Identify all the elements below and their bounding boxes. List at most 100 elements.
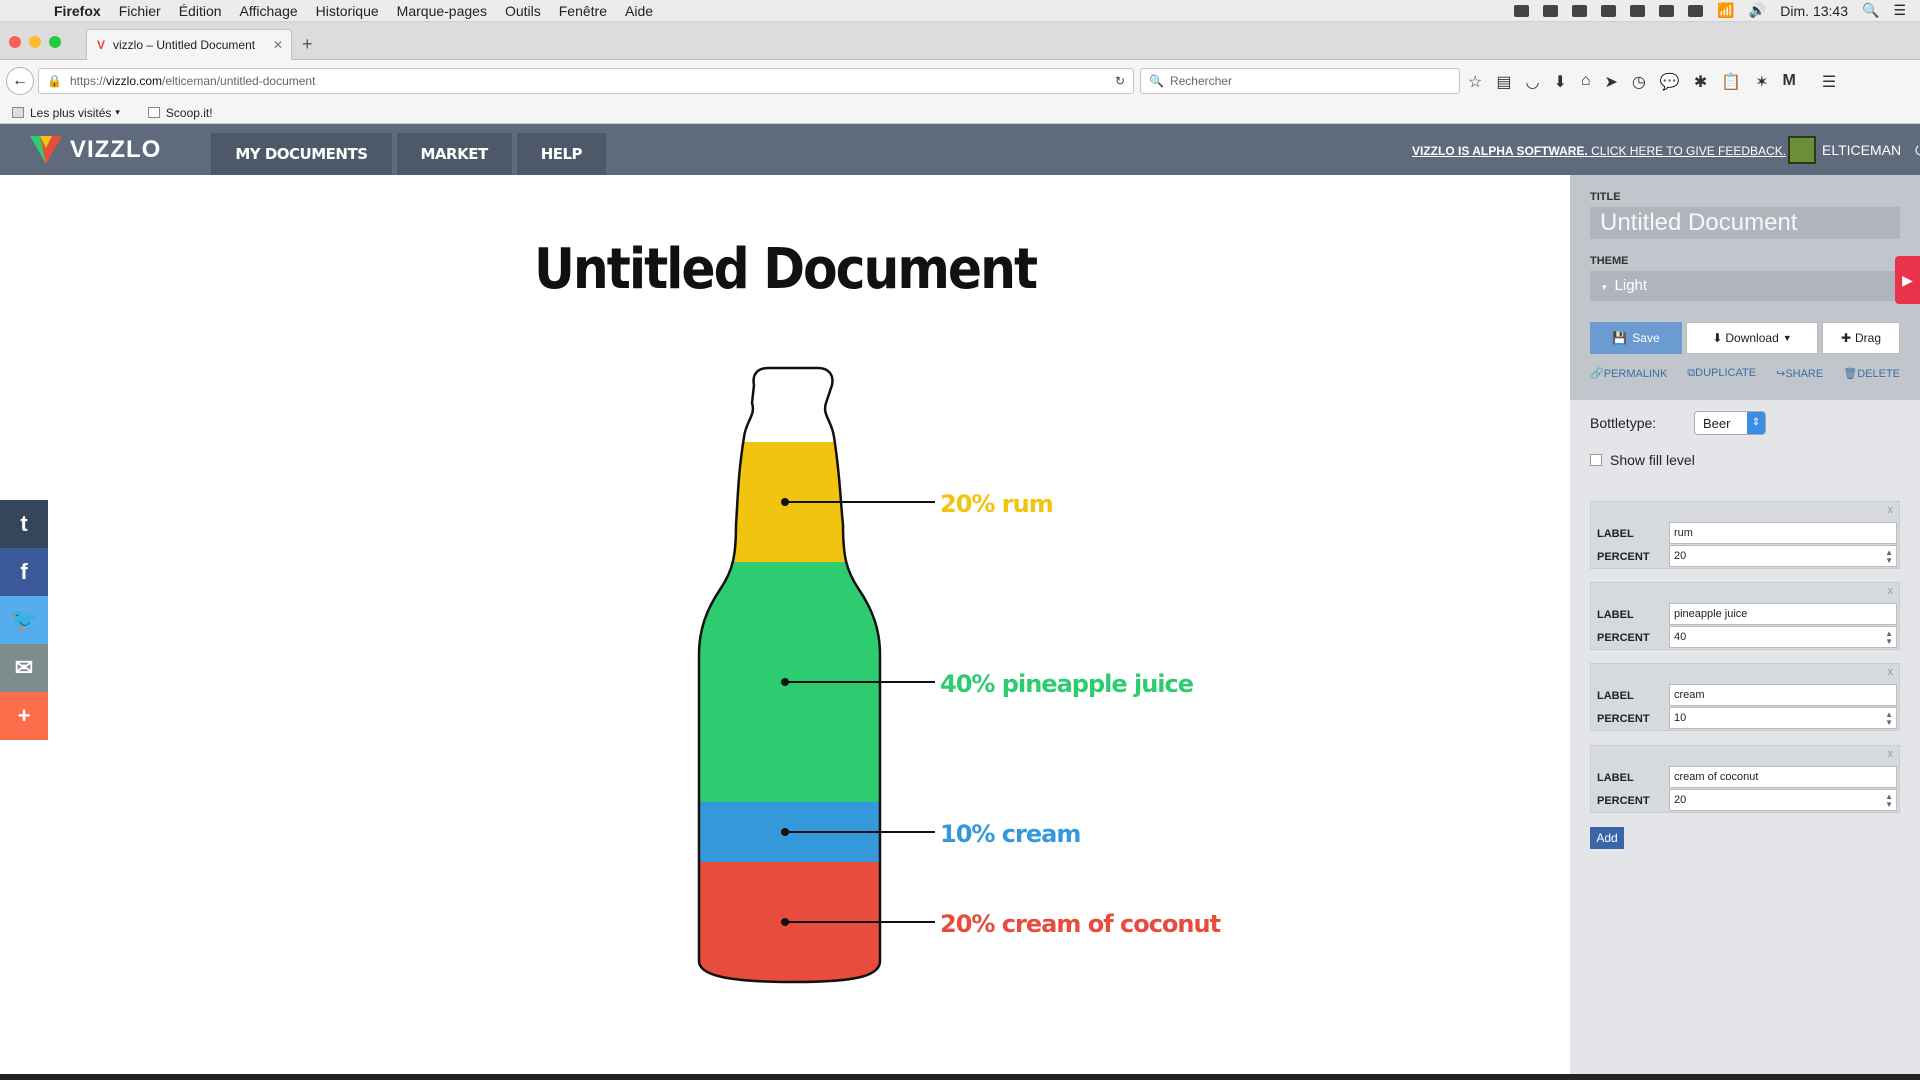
ingredient-label-input[interactable]: pineapple juice (1669, 603, 1897, 625)
browser-tab[interactable]: V vizzlo – Untitled Document ✕ (86, 29, 292, 60)
reload-icon[interactable]: ↻ (1115, 74, 1125, 88)
user-menu[interactable]: ELTICEMAN ⏻ (1788, 136, 1920, 164)
menu-item[interactable]: Historique (316, 3, 379, 19)
percent-label: PERCENT (1597, 713, 1650, 725)
menu-item[interactable]: Affichage (240, 3, 298, 19)
back-button[interactable]: ← (6, 67, 34, 95)
collapse-panel-button[interactable]: ▶ (1895, 256, 1920, 304)
tumblr-share[interactable]: t (0, 500, 48, 548)
notification-icon[interactable]: ☰ (1893, 2, 1906, 19)
nav-help[interactable]: HELP (516, 133, 607, 175)
permalink-link[interactable]: 🔗PERMALINK (1590, 367, 1667, 380)
download-button[interactable]: ⬇ Download ▼ (1686, 322, 1818, 354)
menu-item[interactable]: Fenêtre (559, 3, 607, 19)
search-icon: 🔍 (1149, 74, 1164, 88)
menu-item[interactable]: Aide (625, 3, 653, 19)
share-icon: ↪ (1776, 368, 1786, 380)
title-input[interactable]: Untitled Document (1590, 207, 1900, 239)
share-link[interactable]: ↪SHARE (1776, 367, 1823, 380)
reader-icon[interactable]: ▤ (1496, 72, 1511, 92)
bookmark-scoopit[interactable]: Scoop.it! (147, 106, 213, 120)
theme-value: Light (1614, 277, 1648, 294)
ingredient-percent-input[interactable]: 10 ▲ ▼ (1669, 707, 1897, 729)
chat-icon[interactable]: 💬 (1660, 72, 1680, 92)
remove-item-icon[interactable]: x (1888, 666, 1894, 678)
search-input[interactable]: 🔍 Rechercher (1140, 68, 1460, 94)
menu-item[interactable]: Fichier (119, 3, 161, 19)
clock[interactable]: Dim. 13:43 (1780, 3, 1848, 19)
ingredient-percent-input[interactable]: 20 ▲ ▼ (1669, 545, 1897, 567)
new-tab-button[interactable]: + (302, 34, 313, 55)
ingredient-percent-input[interactable]: 20 ▲ ▼ (1669, 789, 1897, 811)
stepper-icon[interactable]: ▲ ▼ (1885, 630, 1893, 646)
share-label: SHARE (1785, 368, 1824, 380)
power-icon[interactable]: ⏻ (1915, 142, 1920, 159)
twitter-share[interactable]: 🐦 (0, 596, 48, 644)
ingredient-label: 20% rum (940, 490, 1053, 518)
menu-item[interactable]: Marque-pages (397, 3, 487, 19)
home-icon[interactable]: ⌂ (1581, 72, 1591, 92)
stepper-icon[interactable]: ▲ ▼ (1885, 711, 1893, 727)
zoom-window-button[interactable] (49, 36, 61, 48)
drive-icon[interactable] (1601, 4, 1617, 17)
ingredient-label-input[interactable]: rum (1669, 522, 1897, 544)
delete-link[interactable]: 🗑DELETE (1843, 367, 1900, 380)
url-bar[interactable]: 🔒 https:// vizzlo.com /elticeman/untitle… (38, 68, 1134, 94)
ingredient-percent-input[interactable]: 40 ▲ ▼ (1669, 626, 1897, 648)
save-button[interactable]: 💾 Save (1590, 322, 1682, 354)
menu-item[interactable]: Outils (505, 3, 541, 19)
pocket-icon[interactable]: ◡ (1525, 72, 1539, 92)
spotlight-icon[interactable]: 🔍 (1862, 2, 1879, 19)
bluetooth-icon[interactable] (1688, 4, 1704, 17)
duplicate-link[interactable]: ⧉DUPLICATE (1687, 367, 1756, 380)
nav-market[interactable]: MARKET (396, 133, 512, 175)
url-prefix: https:// (69, 74, 106, 88)
status-icon[interactable] (1514, 4, 1530, 17)
bottle-chart: 20% cream of coconut 10% cream 40% pineapp… (697, 366, 1222, 984)
send-icon[interactable]: ➤ (1605, 72, 1618, 92)
label-dot (781, 918, 789, 926)
minimize-window-button[interactable] (29, 36, 41, 48)
close-tab-icon[interactable]: ✕ (273, 38, 283, 52)
eject-icon[interactable] (1659, 4, 1675, 17)
extension-icon[interactable]: ✱ (1694, 72, 1707, 92)
wifi-icon[interactable]: 📶 (1717, 2, 1734, 19)
percent-label: PERCENT (1597, 795, 1650, 807)
stepper-icon[interactable]: ▲ ▼ (1885, 793, 1893, 809)
bottletype-select[interactable]: Beer ⇕ (1694, 411, 1766, 435)
addon-icon[interactable]: ✶ (1755, 72, 1768, 92)
volume-icon[interactable]: 🔊 (1749, 2, 1766, 19)
save-label: Save (1632, 331, 1660, 345)
history-icon[interactable]: ◷ (1632, 72, 1646, 92)
ingredient-item: x LABEL pineapple juice PERCENT 40 ▲ ▼ (1590, 582, 1900, 650)
theme-select[interactable]: ▾ Light (1590, 271, 1900, 301)
bookmark-star-icon[interactable]: ☆ (1468, 72, 1482, 92)
m-icon[interactable]: M (1783, 72, 1796, 92)
stepper-icon[interactable]: ▲ ▼ (1885, 549, 1893, 565)
facebook-share[interactable]: f (0, 548, 48, 596)
add-button[interactable]: Add (1590, 827, 1624, 849)
remove-item-icon[interactable]: x (1888, 585, 1894, 597)
clipboard-icon[interactable]: 📋 (1721, 72, 1741, 92)
fill-level-checkbox[interactable] (1590, 454, 1602, 466)
remove-item-icon[interactable]: x (1888, 504, 1894, 516)
menu-item[interactable]: Édition (179, 3, 222, 19)
menu-hamburger-icon[interactable]: ☰ (1822, 72, 1836, 92)
download-icon[interactable]: ⬇ (1553, 72, 1566, 92)
bookmark-most-visited[interactable]: Les plus visités ▾ (12, 106, 120, 120)
more-share[interactable]: + (0, 692, 48, 740)
menu-app[interactable]: Firefox (54, 3, 101, 19)
ingredient-label-input[interactable]: cream of coconut (1669, 766, 1897, 788)
nav-my-documents[interactable]: MY DOCUMENTS (211, 133, 392, 175)
feedback-link[interactable]: VIZZLO IS ALPHA SOFTWARE. CLICK HERE TO … (1412, 144, 1786, 158)
drag-button[interactable]: ✚ Drag (1822, 322, 1900, 354)
cloud-icon[interactable] (1543, 4, 1559, 17)
select-arrows-icon: ⇕ (1747, 412, 1765, 434)
ingredient-label-input[interactable]: cream (1669, 684, 1897, 706)
airplay-icon[interactable] (1630, 4, 1646, 17)
close-window-button[interactable] (9, 36, 21, 48)
email-share[interactable]: ✉ (0, 644, 48, 692)
remove-item-icon[interactable]: x (1888, 748, 1894, 760)
vizzlo-logo[interactable]: VIZZLO (28, 134, 161, 166)
dropbox-icon[interactable] (1572, 4, 1588, 17)
